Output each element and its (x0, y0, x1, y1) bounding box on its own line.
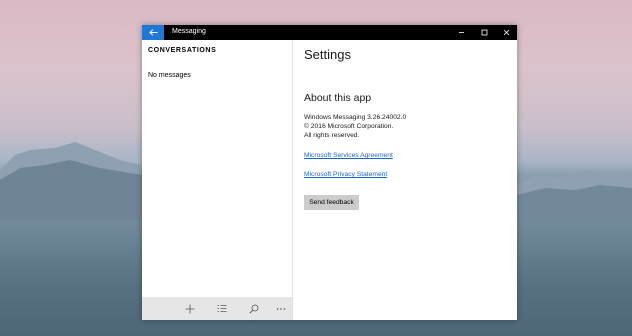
title-bar: Messaging (142, 25, 517, 40)
about-heading: About this app (304, 92, 372, 104)
minimize-icon (458, 32, 464, 33)
settings-pane: Settings About this app Windows Messagin… (304, 40, 514, 320)
more-icon (276, 307, 286, 310)
minimize-button[interactable] (450, 25, 472, 40)
add-icon (185, 304, 195, 313)
more-button[interactable] (273, 301, 289, 316)
conversations-pane: CONVERSATIONS No messages (142, 40, 293, 320)
maximize-button[interactable] (473, 25, 495, 40)
select-icon (217, 305, 227, 312)
close-icon (503, 29, 509, 36)
services-agreement-link[interactable]: Microsoft Services Agreement (304, 152, 393, 159)
copyright-text: © 2016 Microsoft Corporation. (304, 123, 394, 130)
maximize-icon (481, 29, 487, 36)
page-title: Settings (304, 47, 351, 62)
back-arrow-icon (148, 29, 157, 36)
close-button[interactable] (495, 25, 517, 40)
messaging-window: Messaging CONVERSATIONS No messages Sett… (142, 25, 517, 320)
back-button[interactable] (142, 25, 164, 40)
bottom-toolbar (142, 297, 292, 320)
search-icon (249, 304, 259, 314)
new-message-button[interactable] (182, 301, 198, 316)
empty-state-text: No messages (148, 72, 191, 79)
app-title: Messaging (172, 28, 206, 35)
search-button[interactable] (246, 301, 262, 316)
privacy-statement-link[interactable]: Microsoft Privacy Statement (304, 171, 387, 178)
send-feedback-button[interactable]: Send feedback (304, 195, 359, 210)
conversations-heading: CONVERSATIONS (148, 47, 217, 54)
rights-text: All rights reserved. (304, 132, 360, 139)
app-version: Windows Messaging 3.26.24002.0 (304, 114, 407, 121)
select-button[interactable] (214, 301, 230, 316)
